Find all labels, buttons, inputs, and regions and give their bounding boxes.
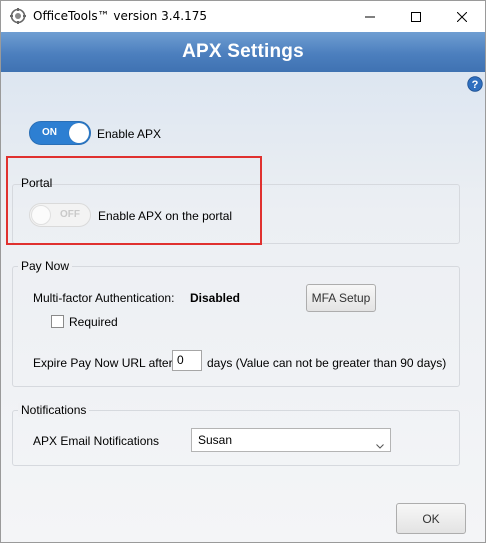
- email-notifications-select[interactable]: Susan: [191, 428, 391, 452]
- maximize-button[interactable]: [393, 1, 439, 32]
- title-bar[interactable]: OfficeTools™ version 3.4.175: [1, 1, 485, 32]
- select-value: Susan: [198, 433, 233, 447]
- enable-apx-label: Enable APX: [97, 127, 162, 141]
- settings-body: ? ON Enable APX Portal OFF Enable APX on…: [1, 72, 485, 542]
- apx-settings-window: OfficeTools™ version 3.4.175 APX Setting…: [0, 0, 486, 543]
- header-banner: APX Settings: [1, 32, 485, 72]
- page-title: APX Settings: [182, 41, 304, 62]
- pay-now-group-title: Pay Now: [18, 259, 73, 273]
- ok-button[interactable]: OK: [396, 503, 466, 534]
- minimize-button[interactable]: [347, 1, 393, 32]
- expire-days-input[interactable]: 0: [172, 350, 202, 371]
- close-button[interactable]: [439, 1, 485, 32]
- officetools-app-icon: [10, 8, 26, 24]
- mfa-status: Disabled: [190, 291, 241, 305]
- window-title: OfficeTools™ version 3.4.175: [33, 9, 207, 23]
- help-icon[interactable]: ?: [467, 76, 483, 92]
- mfa-label: Multi-factor Authentication:: [33, 291, 175, 305]
- toggle-knob: [69, 123, 89, 143]
- toggle-state-label: ON: [42, 127, 57, 138]
- svg-text:?: ?: [472, 79, 479, 91]
- minimize-icon: [365, 12, 375, 22]
- notifications-group-title: Notifications: [18, 403, 90, 417]
- expire-label: Expire Pay Now URL after: [33, 356, 173, 370]
- expire-suffix: days (Value can not be greater than 90 d…: [207, 356, 447, 370]
- required-checkbox[interactable]: [51, 315, 64, 328]
- highlight-outline: [6, 156, 262, 245]
- maximize-icon: [411, 11, 421, 22]
- close-icon: [457, 11, 467, 22]
- chevron-down-icon: [376, 438, 384, 452]
- mfa-setup-button[interactable]: MFA Setup: [306, 284, 376, 312]
- email-notifications-label: APX Email Notifications: [33, 434, 160, 448]
- required-label: Required: [69, 315, 118, 329]
- enable-apx-toggle[interactable]: ON: [29, 121, 91, 145]
